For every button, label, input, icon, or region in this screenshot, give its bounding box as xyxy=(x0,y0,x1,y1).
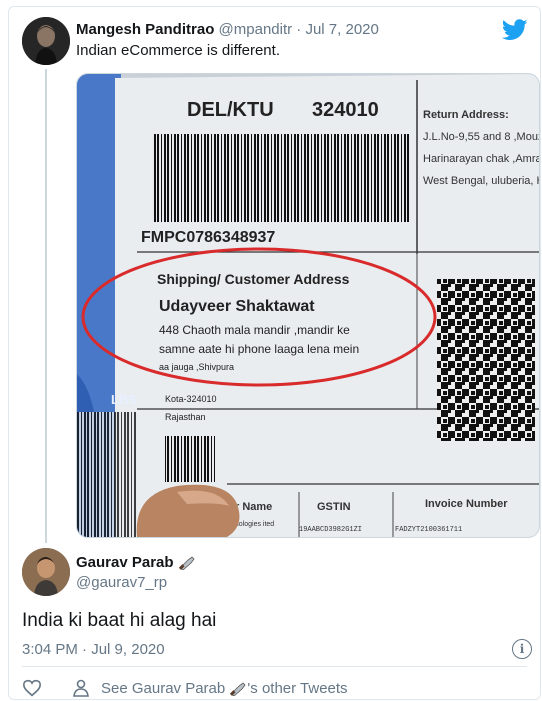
author-name[interactable]: Mangesh Panditrao xyxy=(76,21,214,38)
twitter-bird-icon[interactable] xyxy=(502,19,528,41)
awb-number: FMPC0786348937 xyxy=(141,229,275,246)
invoice-value: FADZYT2100361711 xyxy=(395,526,462,534)
reply-text: India ki baat hi alag hai xyxy=(22,610,217,631)
avatar[interactable] xyxy=(22,17,70,65)
see-prefix: See Gaurav Parab xyxy=(101,680,226,697)
info-icon[interactable]: i xyxy=(512,639,532,659)
knife-emoji-icon xyxy=(230,682,246,697)
reply-date: Jul 9, 2020 xyxy=(91,641,165,658)
gstin-value: 19AABCD3982G1ZI xyxy=(299,526,362,534)
return-address-line1: J.L.No-9,55 and 8 ,Mouza xyxy=(423,131,539,143)
knife-emoji-icon xyxy=(178,556,195,571)
see-suffix: 's other Tweets xyxy=(247,680,348,697)
reply-author-name[interactable]: Gaurav Parab xyxy=(76,554,174,571)
reply-timestamp[interactable]: 3:04 PM · Jul 9, 2020 xyxy=(22,641,165,658)
divider xyxy=(22,666,527,667)
return-address-line2: Harinarayan chak ,Amrab xyxy=(423,153,539,165)
return-address-label: Return Address: xyxy=(423,109,509,121)
address-line3: aa jauga ,Shivpura xyxy=(159,362,234,372)
author-handle[interactable]: @mpanditr xyxy=(219,21,293,38)
reply-time: 3:04 PM xyxy=(22,641,78,658)
barcode xyxy=(153,134,411,222)
tweet-date[interactable]: Jul 7, 2020 xyxy=(305,21,378,38)
reply-avatar-image xyxy=(22,548,70,596)
separator-dot: · xyxy=(296,21,302,38)
invoice-header: Invoice Number xyxy=(425,498,508,510)
embedded-tweet-card: Mangesh Panditrao @mpanditr · Jul 7, 202… xyxy=(8,6,541,700)
tweet-text: Indian eCommerce is different. xyxy=(76,42,280,59)
person-icon xyxy=(73,679,89,697)
see-other-tweets-link[interactable]: See Gaurav Parab 's other Tweets xyxy=(101,680,348,697)
routing-code: DEL/KTU xyxy=(187,99,274,121)
shipping-label-photo: DEL/KTU 324010 FMPC0786348937 Return Add… xyxy=(77,74,539,537)
gstin-header: GSTIN xyxy=(317,501,351,513)
state-line: Rajasthan xyxy=(165,412,206,422)
reply-separator: · xyxy=(82,641,88,658)
reply-author-handle[interactable]: @gaurav7_rp xyxy=(76,574,167,591)
qr-code xyxy=(437,279,535,441)
city-line: Kota-324010 xyxy=(165,394,217,404)
tweet-header: Mangesh Panditrao @mpanditr · Jul 7, 202… xyxy=(76,21,379,38)
reply-avatar[interactable] xyxy=(22,548,70,596)
reply-author-row: Gaurav Parab xyxy=(76,554,196,571)
customer-name: Udayveer Shaktawat xyxy=(159,298,315,315)
seller-header: r Name xyxy=(235,501,272,513)
tweet-photo[interactable]: DEL/KTU 324010 FMPC0786348937 Return Add… xyxy=(76,73,540,538)
shipping-address-title: Shipping/ Customer Address xyxy=(157,271,350,287)
pin-code: 324010 xyxy=(312,99,379,121)
thread-connector-line xyxy=(45,69,47,543)
return-address-line3: West Bengal, uluberia, Ha xyxy=(423,175,539,187)
avatar-image xyxy=(22,17,70,65)
heart-icon[interactable] xyxy=(22,679,42,697)
address-line2: samne aate hi phone laaga lena mein xyxy=(159,342,359,356)
address-line1: 448 Chaoth mala mandir ,mandir ke xyxy=(159,323,350,337)
bag-side-text: LBS xyxy=(111,392,137,407)
